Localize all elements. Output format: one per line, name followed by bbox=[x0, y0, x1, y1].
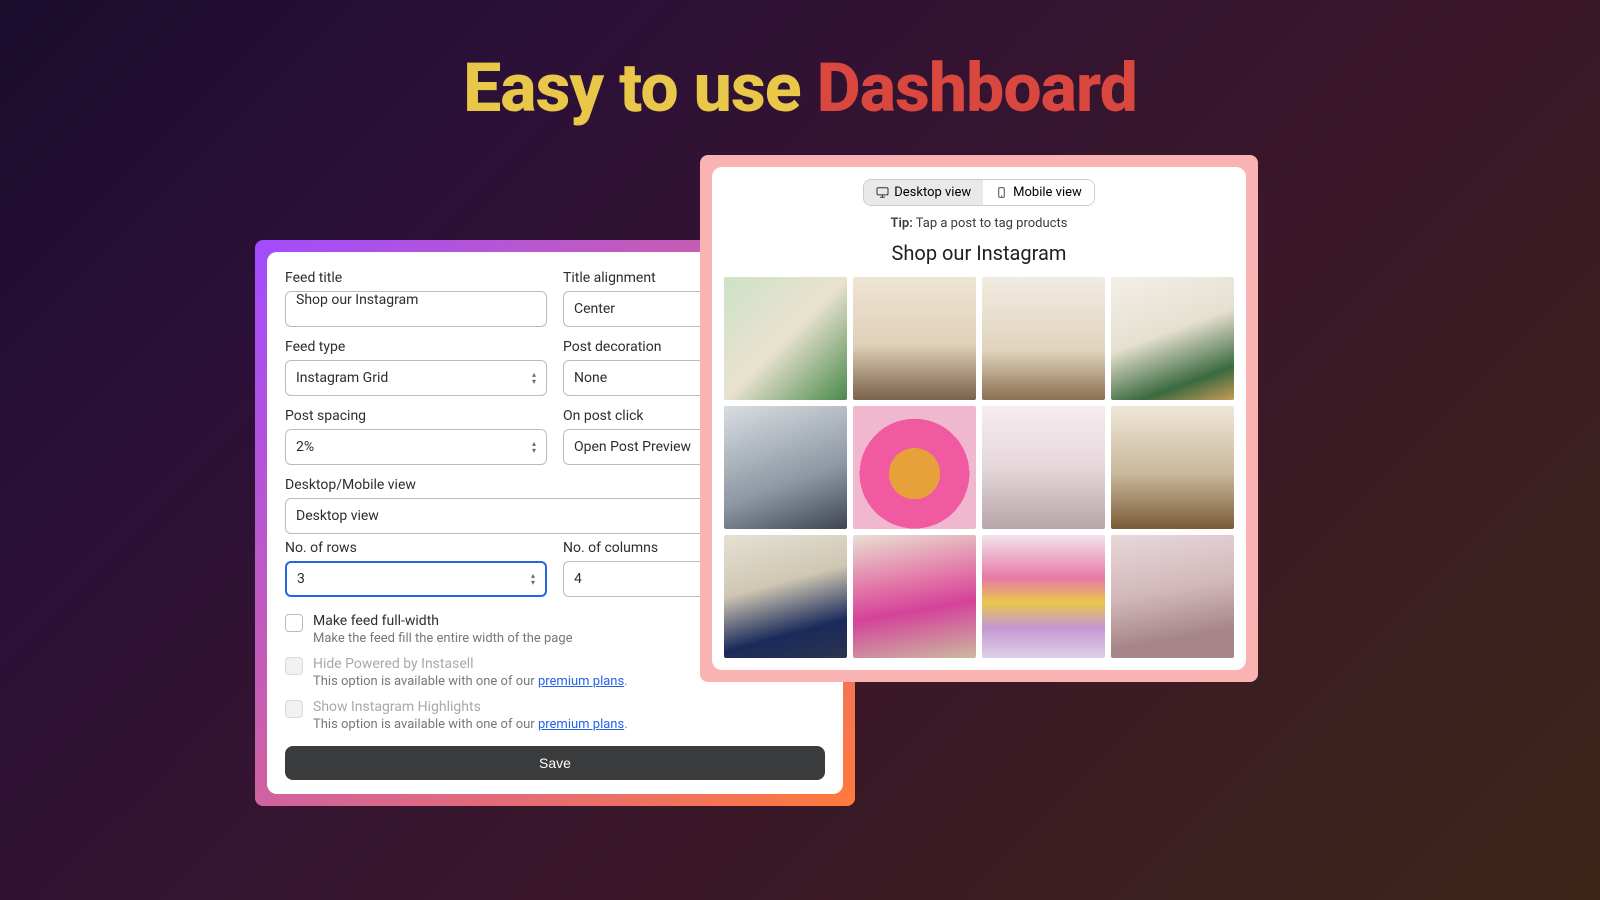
grid-post[interactable] bbox=[853, 406, 976, 529]
preview-card: Desktop view Mobile view Tip: Tap a post… bbox=[700, 155, 1258, 682]
post-spacing-label: Post spacing bbox=[285, 408, 547, 424]
grid-post[interactable] bbox=[1111, 277, 1234, 400]
rows-input[interactable]: 3 ▴▾ bbox=[285, 561, 547, 597]
grid-post[interactable] bbox=[982, 535, 1105, 658]
premium-plans-link[interactable]: premium plans bbox=[538, 717, 624, 732]
hero-title-part2: Dashboard bbox=[817, 48, 1137, 128]
post-spacing-select[interactable]: 2% ▴▾ bbox=[285, 429, 547, 465]
instagram-grid bbox=[724, 277, 1234, 658]
hide-powered-checkbox bbox=[285, 657, 303, 675]
feed-title-input[interactable]: Shop our Instagram bbox=[285, 291, 547, 327]
view-toggle: Desktop view Mobile view bbox=[724, 179, 1234, 206]
feed-type-label: Feed type bbox=[285, 339, 547, 355]
preview-panel: Desktop view Mobile view Tip: Tap a post… bbox=[712, 167, 1246, 670]
grid-post[interactable] bbox=[982, 277, 1105, 400]
grid-post[interactable] bbox=[1111, 535, 1234, 658]
grid-post[interactable] bbox=[724, 406, 847, 529]
hero-title-part1: Easy to use bbox=[463, 48, 816, 128]
desktop-view-toggle[interactable]: Desktop view bbox=[864, 180, 983, 205]
show-highlights-label: Show Instagram Highlights bbox=[313, 699, 825, 715]
tip-text: Tip: Tap a post to tag products bbox=[724, 216, 1234, 231]
grid-post[interactable] bbox=[1111, 406, 1234, 529]
grid-post[interactable] bbox=[853, 277, 976, 400]
desktop-icon bbox=[876, 187, 889, 198]
show-highlights-desc: This option is available with one of our… bbox=[313, 717, 825, 732]
preview-feed-title: Shop our Instagram bbox=[724, 241, 1234, 265]
full-width-checkbox[interactable] bbox=[285, 614, 303, 632]
feed-title-label: Feed title bbox=[285, 270, 547, 286]
save-button[interactable]: Save bbox=[285, 746, 825, 780]
grid-post[interactable] bbox=[724, 277, 847, 400]
premium-plans-link[interactable]: premium plans bbox=[538, 674, 624, 689]
chevron-updown-icon: ▴▾ bbox=[532, 440, 536, 454]
stepper-icon[interactable]: ▴▾ bbox=[531, 572, 535, 586]
hero-title: Easy to use Dashboard bbox=[0, 0, 1600, 128]
show-highlights-checkbox bbox=[285, 700, 303, 718]
grid-post[interactable] bbox=[724, 535, 847, 658]
grid-post[interactable] bbox=[982, 406, 1105, 529]
mobile-view-toggle[interactable]: Mobile view bbox=[983, 180, 1094, 205]
feed-type-select[interactable]: Instagram Grid ▴▾ bbox=[285, 360, 547, 396]
mobile-icon bbox=[995, 187, 1008, 198]
grid-post[interactable] bbox=[853, 535, 976, 658]
rows-label: No. of rows bbox=[285, 540, 547, 556]
chevron-updown-icon: ▴▾ bbox=[532, 371, 536, 385]
